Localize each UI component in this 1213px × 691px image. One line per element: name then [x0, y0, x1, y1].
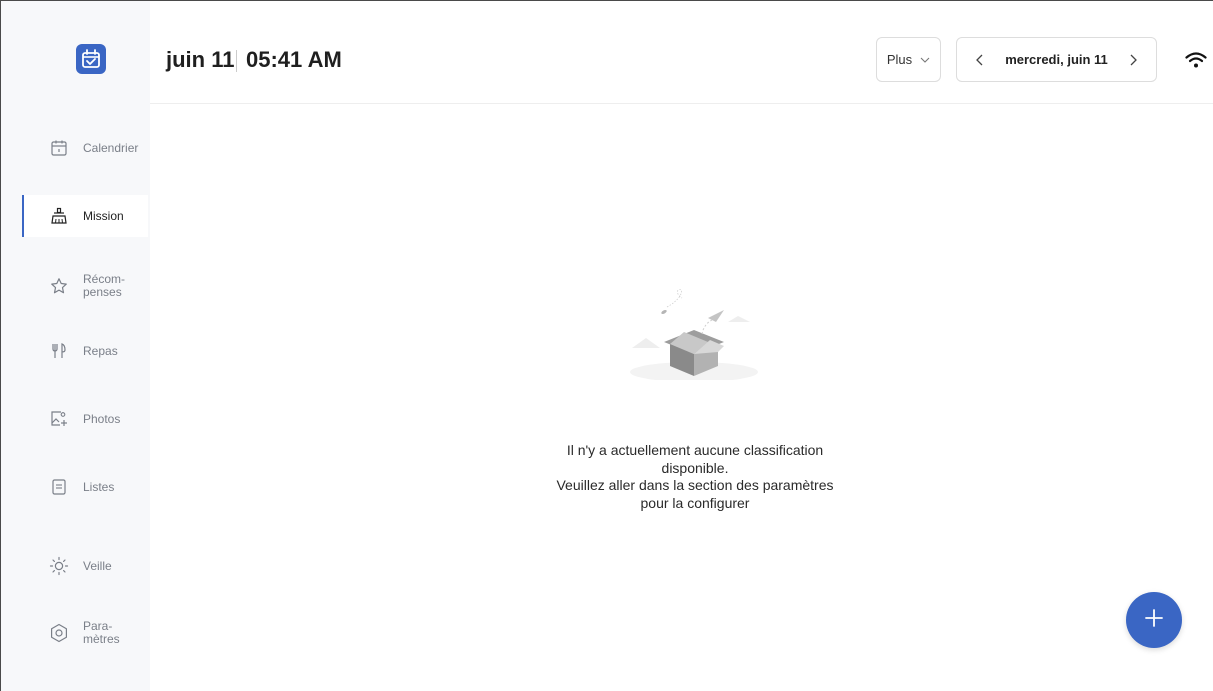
empty-box-illustration: [624, 280, 764, 382]
empty-state-line: Il n'y a actuellement aucune classificat…: [566, 442, 824, 458]
sun-icon: [49, 556, 69, 576]
current-day-label[interactable]: mercredi, juin 11: [1005, 52, 1108, 67]
sidebar-item-label: Listes: [83, 479, 115, 494]
utensils-icon: [49, 341, 69, 361]
sidebar-item-label: Para- mètres: [83, 619, 120, 646]
photo-add-icon: [49, 409, 69, 429]
sidebar-item-repas[interactable]: Repas: [22, 330, 148, 372]
more-dropdown-button[interactable]: Plus: [876, 37, 941, 82]
star-icon: [49, 276, 69, 296]
chevron-left-icon[interactable]: [971, 52, 987, 68]
sidebar-item-label: Repas: [83, 343, 118, 358]
empty-state-line: pour la configurer: [640, 494, 750, 511]
sidebar-item-mission[interactable]: Mission: [22, 195, 148, 237]
app-logo-icon[interactable]: [76, 44, 106, 74]
chevron-right-icon[interactable]: [1126, 52, 1142, 68]
empty-state-line: disponible.: [661, 459, 729, 476]
sidebar: Calendrier Mission Récom- penses Repas P…: [1, 1, 150, 691]
empty-state-message: Il n'y a actuellement aucune classificat…: [500, 442, 890, 512]
chevron-down-icon: [920, 57, 930, 63]
date-navigator: mercredi, juin 11: [956, 37, 1157, 82]
sidebar-item-veille[interactable]: Veille: [22, 545, 148, 587]
sidebar-item-parametres[interactable]: Para- mètres: [22, 612, 148, 654]
wifi-icon[interactable]: [1185, 51, 1207, 69]
list-icon: [49, 477, 69, 497]
empty-state-line: Veuillez aller dans la section des param…: [556, 477, 834, 493]
calendar-icon: [49, 138, 69, 158]
more-dropdown-label: Plus: [886, 52, 913, 67]
sidebar-item-label: Récom- penses: [83, 272, 126, 299]
current-date: juin 11: [166, 47, 235, 72]
sidebar-item-label: Photos: [83, 411, 121, 426]
sidebar-item-label: Calendrier: [83, 140, 139, 155]
top-bar: juin 11 05:41 AM Plus mercredi, juin 11: [150, 1, 1213, 104]
add-button[interactable]: [1126, 592, 1182, 648]
current-time: 05:41 AM: [246, 47, 342, 72]
sidebar-item-listes[interactable]: Listes: [22, 466, 148, 508]
header-divider: [236, 50, 237, 72]
sidebar-item-photos[interactable]: Photos: [22, 398, 148, 440]
sidebar-item-recompenses[interactable]: Récom- penses: [22, 265, 148, 307]
sidebar-item-label: Mission: [83, 208, 124, 223]
settings-icon: [49, 623, 69, 643]
broom-icon: [49, 206, 69, 226]
plus-icon: [1144, 608, 1164, 633]
sidebar-item-label: Veille: [83, 558, 112, 573]
sidebar-item-calendrier[interactable]: Calendrier: [22, 127, 148, 169]
